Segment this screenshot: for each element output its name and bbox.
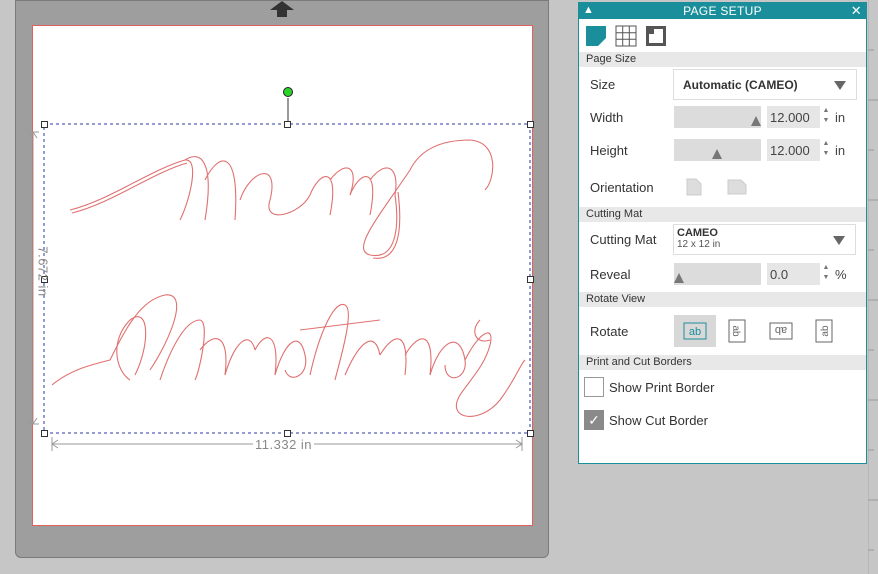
rotate-90-icon: ab xyxy=(728,319,746,343)
portrait-orientation-icon[interactable] xyxy=(686,178,702,196)
landscape-orientation-icon[interactable] xyxy=(727,179,747,195)
section-rotate-view: Rotate View xyxy=(579,292,866,307)
height-row: Height 12.000 ▲ ▼ in xyxy=(579,134,866,167)
rotate-row: Rotate ab ab ab ab xyxy=(579,307,866,355)
svg-text:ab: ab xyxy=(689,326,701,338)
resize-handle-bottom-right[interactable] xyxy=(527,430,534,437)
reveal-slider[interactable] xyxy=(674,263,761,285)
height-unit: in xyxy=(835,143,846,158)
panel-title: PAGE SETUP xyxy=(683,4,762,18)
panel-tabs xyxy=(579,19,866,52)
chevron-up-icon[interactable]: ▲ xyxy=(583,4,594,16)
width-row: Width 12.000 ▲ ▼ in xyxy=(579,101,866,134)
reveal-input[interactable]: 0.0 xyxy=(767,263,820,285)
cutting-mat-label: Cutting Mat xyxy=(590,232,657,247)
cutting-mat-size: 12 x 12 in xyxy=(677,239,721,250)
show-cut-border-checkbox[interactable]: ✓ xyxy=(584,410,604,430)
resize-handle-top-left[interactable] xyxy=(41,121,48,128)
show-cut-border-label: Show Cut Border xyxy=(609,412,708,428)
section-cutting-mat: Cutting Mat xyxy=(579,207,866,222)
show-print-border-row[interactable]: Show Print Border xyxy=(579,370,866,404)
section-borders: Print and Cut Borders xyxy=(579,355,866,370)
page-setup-panel: ▲ PAGE SETUP ✕ Page Size Size Automatic … xyxy=(578,2,867,464)
width-slider-thumb[interactable] xyxy=(751,116,761,126)
reveal-stepper[interactable]: ▲ ▼ xyxy=(822,263,830,285)
orientation-row: Orientation xyxy=(579,167,866,207)
width-slider[interactable] xyxy=(674,106,761,128)
height-stepper[interactable]: ▲ ▼ xyxy=(822,139,830,161)
resize-handle-top-right[interactable] xyxy=(527,121,534,128)
resize-handle-bottom-left[interactable] xyxy=(41,430,48,437)
section-page-size: Page Size xyxy=(579,52,866,67)
width-stepper[interactable]: ▲ ▼ xyxy=(822,106,830,128)
orientation-label: Orientation xyxy=(590,179,654,195)
height-input[interactable]: 12.000 xyxy=(767,139,820,161)
rotate-handle[interactable] xyxy=(283,87,293,97)
resize-handle-top[interactable] xyxy=(284,121,291,128)
height-slider-thumb[interactable] xyxy=(712,149,722,159)
size-dropdown[interactable]: Automatic (CAMEO) xyxy=(673,69,857,100)
rotate-0-button[interactable]: ab xyxy=(674,315,716,347)
chevron-down-icon xyxy=(834,81,846,90)
rotate-180-icon: ab xyxy=(769,322,793,340)
height-slider[interactable] xyxy=(674,139,761,161)
size-row: Size Automatic (CAMEO) xyxy=(579,67,866,101)
width-label: Width xyxy=(590,110,624,125)
grid-tab-icon[interactable] xyxy=(615,25,637,47)
show-cut-border-row[interactable]: ✓ Show Cut Border xyxy=(579,404,866,436)
height-dimension-label: 7.672 in xyxy=(35,246,51,297)
show-print-border-checkbox[interactable] xyxy=(584,377,604,397)
panel-title-bar: ▲ PAGE SETUP ✕ xyxy=(579,3,866,19)
rotate-270-icon: ab xyxy=(815,319,833,343)
rotate-180-button[interactable]: ab xyxy=(760,315,802,347)
width-dimension-label: 11.332 in xyxy=(253,437,315,452)
close-icon[interactable]: ✕ xyxy=(851,3,862,19)
svg-text:ab: ab xyxy=(820,325,831,337)
show-print-border-label: Show Print Border xyxy=(609,379,715,395)
svg-text:ab: ab xyxy=(775,324,787,336)
reveal-row: Reveal 0.0 ▲ ▼ % xyxy=(579,257,866,292)
registration-marks-tab-icon[interactable] xyxy=(645,25,667,47)
feed-direction-icon xyxy=(270,1,294,17)
svg-text:ab: ab xyxy=(730,325,741,337)
cutting-mat-value: CAMEO xyxy=(677,227,718,239)
checkmark-icon: ✓ xyxy=(588,411,600,428)
rotate-label: Rotate xyxy=(590,323,629,339)
rotate-0-icon: ab xyxy=(683,322,707,340)
rotate-270-button[interactable]: ab xyxy=(803,315,845,347)
size-value: Automatic (CAMEO) xyxy=(683,77,798,92)
reveal-unit: % xyxy=(835,267,847,282)
width-input[interactable]: 12.000 xyxy=(767,106,820,128)
page-setup-tab-icon[interactable] xyxy=(585,25,607,47)
cutting-mat-dropdown[interactable]: CAMEO 12 x 12 in xyxy=(673,224,856,255)
size-label: Size xyxy=(590,76,616,92)
chevron-down-icon xyxy=(833,236,845,245)
resize-handle-right[interactable] xyxy=(527,276,534,283)
resize-handle-bottom[interactable] xyxy=(284,430,291,437)
vertical-ruler xyxy=(868,0,878,574)
width-unit: in xyxy=(835,110,846,125)
reveal-slider-thumb[interactable] xyxy=(674,273,684,283)
rotate-90-button[interactable]: ab xyxy=(716,315,758,347)
reveal-label: Reveal xyxy=(590,267,631,282)
cutting-mat-row: Cutting Mat CAMEO 12 x 12 in xyxy=(579,222,866,257)
height-label: Height xyxy=(590,143,628,158)
